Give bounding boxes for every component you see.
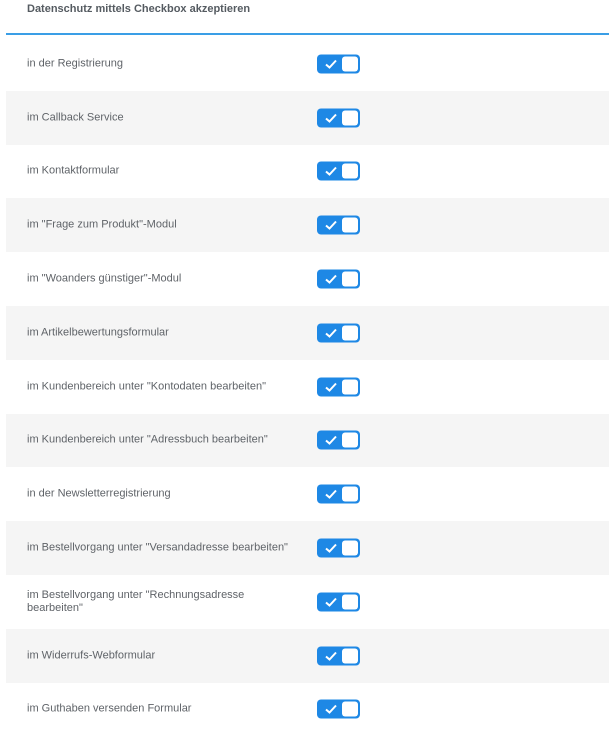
- billing-address-toggle[interactable]: [317, 592, 360, 612]
- setting-row-address-book: im Kundenbereich unter "Adressbuch bearb…: [6, 413, 609, 468]
- setting-label: im Guthaben versenden Formular: [27, 702, 192, 715]
- check-icon: [325, 436, 337, 446]
- check-icon: [325, 113, 337, 123]
- product-question-toggle[interactable]: [317, 215, 360, 235]
- setting-label: im Widerrufs-Webformular: [27, 649, 156, 662]
- section-title: Datenschutz mittels Checkbox akzeptieren: [27, 3, 251, 15]
- check-icon: [325, 221, 337, 231]
- toggle-knob: [342, 540, 358, 556]
- setting-row-product-question: im "Frage zum Produkt"-Modul: [6, 198, 609, 253]
- toggle-knob: [342, 110, 358, 126]
- check-icon: [325, 651, 337, 661]
- setting-row-callback-service: im Callback Service: [6, 90, 609, 145]
- setting-row-product-review: im Artikelbewertungsformular: [6, 305, 609, 360]
- product-review-toggle[interactable]: [317, 323, 360, 343]
- setting-row-send-credit: im Guthaben versenden Formular: [6, 683, 609, 737]
- setting-label: im Kontaktformular: [27, 164, 120, 177]
- check-icon: [325, 490, 337, 500]
- send-credit-toggle[interactable]: [317, 699, 360, 719]
- withdrawal-form-toggle[interactable]: [317, 646, 360, 666]
- toggle-knob: [342, 217, 358, 233]
- check-icon: [325, 382, 337, 392]
- setting-label: im Callback Service: [27, 111, 124, 124]
- toggle-knob: [342, 648, 358, 664]
- settings-list: in der Registrierung im Callback Service…: [6, 37, 609, 736]
- check-icon: [325, 328, 337, 338]
- toggle-knob: [342, 701, 358, 717]
- toggle-knob: [342, 432, 358, 448]
- check-icon: [325, 59, 337, 69]
- toggle-knob: [342, 56, 358, 72]
- check-icon: [325, 167, 337, 177]
- setting-row-contact-form: im Kontaktformular: [6, 145, 609, 199]
- setting-label: in der Registrierung: [27, 57, 123, 70]
- check-icon: [325, 543, 337, 553]
- setting-label: im Bestellvorgang unter "Rechnungsadress…: [27, 588, 245, 614]
- setting-row-withdrawal-form: im Widerrufs-Webformular: [6, 628, 609, 683]
- setting-label: im Artikelbewertungsformular: [27, 326, 169, 339]
- setting-label: in der Newsletterregistrierung: [27, 487, 171, 500]
- registration-toggle[interactable]: [317, 54, 360, 74]
- setting-label: im Bestellvorgang unter "Versandadresse …: [27, 541, 288, 554]
- toggle-knob: [342, 594, 358, 610]
- setting-row-billing-address: im Bestellvorgang unter "Rechnungsadress…: [6, 575, 609, 629]
- toggle-knob: [342, 271, 358, 287]
- toggle-knob: [342, 486, 358, 502]
- setting-label: im "Frage zum Produkt"-Modul: [27, 218, 177, 231]
- section-header: Datenschutz mittels Checkbox akzeptieren: [6, 0, 609, 35]
- newsletter-toggle[interactable]: [317, 484, 360, 504]
- found-cheaper-toggle[interactable]: [317, 269, 360, 289]
- setting-label: im Kundenbereich unter "Adressbuch bearb…: [27, 433, 268, 446]
- setting-row-found-cheaper: im "Woanders günstiger"-Modul: [6, 252, 609, 306]
- check-icon: [325, 274, 337, 284]
- toggle-knob: [342, 163, 358, 179]
- check-icon: [325, 597, 337, 607]
- setting-label: im Kundenbereich unter "Kontodaten bearb…: [27, 380, 266, 393]
- toggle-knob: [342, 379, 358, 395]
- address-book-toggle[interactable]: [317, 430, 360, 450]
- contact-form-toggle[interactable]: [317, 161, 360, 181]
- callback-service-toggle[interactable]: [317, 108, 360, 128]
- setting-row-registration: in der Registrierung: [6, 37, 609, 91]
- setting-row-newsletter: in der Newsletterregistrierung: [6, 467, 609, 521]
- check-icon: [325, 705, 337, 715]
- account-edit-toggle[interactable]: [317, 377, 360, 397]
- toggle-knob: [342, 325, 358, 341]
- setting-row-shipping-address: im Bestellvorgang unter "Versandadresse …: [6, 521, 609, 575]
- shipping-address-toggle[interactable]: [317, 538, 360, 558]
- setting-row-account-edit: im Kundenbereich unter "Kontodaten bearb…: [6, 360, 609, 414]
- setting-label: im "Woanders günstiger"-Modul: [27, 272, 182, 285]
- privacy-checkbox-settings: Datenschutz mittels Checkbox akzeptieren…: [0, 0, 616, 746]
